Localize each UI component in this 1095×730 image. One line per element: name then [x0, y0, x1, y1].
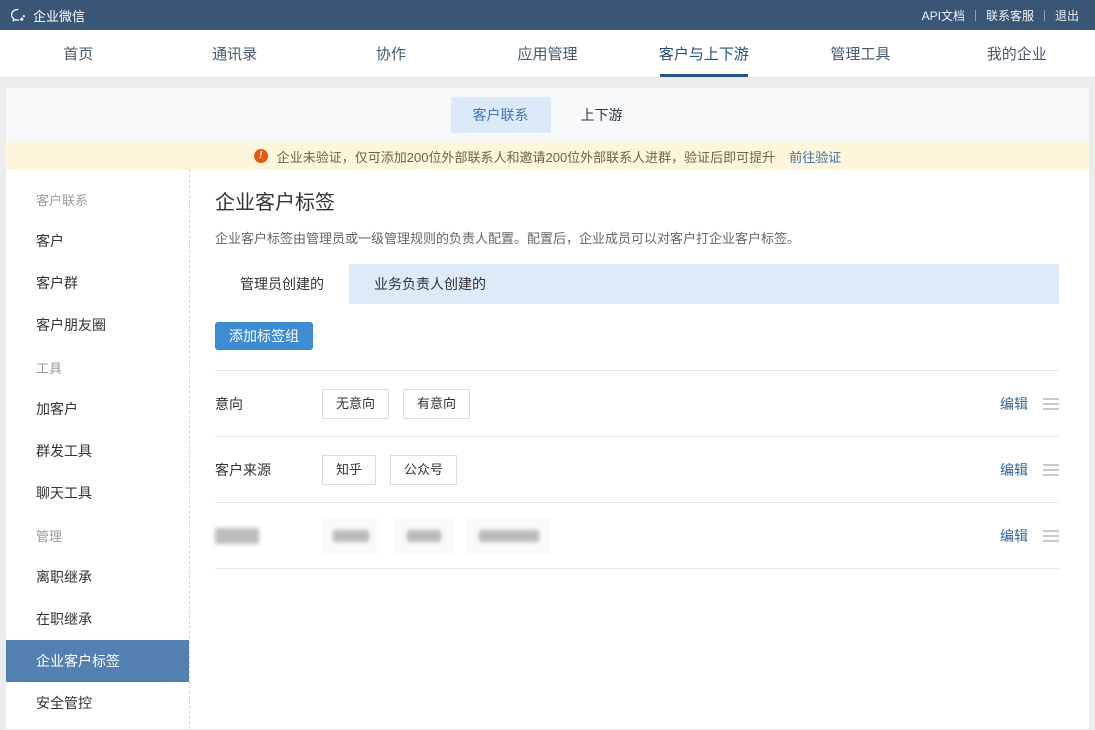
- sidebar-item-0-1[interactable]: 客户群: [6, 262, 189, 304]
- customer-tabstrip: 客户联系上下游: [6, 88, 1089, 142]
- nav-item-3[interactable]: 应用管理: [469, 30, 625, 77]
- topbar-separator: [1044, 10, 1045, 21]
- edit-link[interactable]: 编辑: [1000, 526, 1028, 546]
- topbar-link-0[interactable]: API文档: [922, 7, 965, 24]
- primary-tab-1[interactable]: 上下游: [559, 97, 645, 133]
- nav-item-1[interactable]: 通讯录: [156, 30, 312, 77]
- topbar-separator: [975, 10, 976, 21]
- creator-tab-0[interactable]: 管理员创建的: [215, 264, 349, 304]
- row-actions: 编辑: [1000, 460, 1059, 480]
- wechat-work-logo-icon: [10, 7, 27, 24]
- add-tag-group-button[interactable]: 添加标签组: [215, 322, 313, 350]
- primary-nav: 首页通讯录协作应用管理客户与上下游管理工具我的企业: [0, 30, 1095, 78]
- row-actions: 编辑: [1000, 526, 1059, 546]
- topbar-link-1[interactable]: 联系客服: [986, 7, 1034, 24]
- sidebar-section-header-0: 客户联系: [6, 178, 189, 220]
- group-name: 意向: [215, 394, 322, 414]
- tag-item-0-1[interactable]: 有意向: [403, 389, 470, 419]
- creator-tabs: 管理员创建的业务负责人创建的: [215, 264, 1059, 304]
- topbar-link-2[interactable]: 退出: [1055, 7, 1079, 24]
- sidebar-item-1-2[interactable]: 聊天工具: [6, 472, 189, 514]
- sidebar-item-1-1[interactable]: 群发工具: [6, 430, 189, 472]
- nav-item-0[interactable]: 首页: [0, 30, 156, 77]
- brand: 企业微信: [10, 6, 85, 25]
- top-app-bar: 企业微信 API文档 联系客服 退出: [0, 0, 1095, 30]
- nav-item-6[interactable]: 我的企业: [939, 30, 1095, 77]
- tag-redacted: [394, 518, 453, 554]
- drag-handle-icon[interactable]: [1043, 396, 1059, 412]
- primary-tab-0[interactable]: 客户联系: [451, 97, 551, 133]
- tag-group-list: 意向无意向有意向编辑客户来源知乎公众号编辑编辑: [215, 370, 1059, 569]
- drag-handle-icon[interactable]: [1043, 528, 1059, 544]
- redacted-blob: [479, 530, 539, 542]
- redacted-blob: [215, 528, 259, 544]
- redacted-blob: [333, 530, 369, 542]
- group-name: 客户来源: [215, 460, 322, 480]
- nav-item-5[interactable]: 管理工具: [782, 30, 938, 77]
- tag-group-row: 客户来源知乎公众号 编辑: [215, 437, 1059, 503]
- tag-item-1-0[interactable]: 知乎: [322, 455, 376, 485]
- sidebar-item-2-0[interactable]: 离职继承: [6, 556, 189, 598]
- topbar-links: API文档 联系客服 退出: [922, 7, 1079, 24]
- sidebar-item-2-3[interactable]: 安全管控: [6, 682, 189, 724]
- edit-link[interactable]: 编辑: [1000, 394, 1028, 414]
- creator-tab-1[interactable]: 业务负责人创建的: [349, 264, 511, 304]
- sidebar-item-0-0[interactable]: 客户: [6, 220, 189, 262]
- tag-group-row: 意向无意向有意向 编辑: [215, 371, 1059, 437]
- banner-text: 企业未验证，仅可添加200位外部联系人和邀请200位外部联系人进群，验证后即可提…: [277, 147, 775, 166]
- verify-banner: ! 企业未验证，仅可添加200位外部联系人和邀请200位外部联系人进群，验证后即…: [6, 142, 1089, 170]
- row-actions: 编辑: [1000, 394, 1059, 414]
- main-panel: 企业客户标签 企业客户标签由管理员或一级管理规则的负责人配置。配置后，企业成员可…: [190, 170, 1089, 729]
- content-area: 客户联系客户客户群客户朋友圈工具加客户群发工具聊天工具管理离职继承在职继承企业客…: [6, 170, 1089, 729]
- edit-link[interactable]: 编辑: [1000, 460, 1028, 480]
- nav-item-2[interactable]: 协作: [313, 30, 469, 77]
- group-name-redacted: [215, 528, 322, 544]
- tag-group-row: 编辑: [215, 503, 1059, 569]
- sidebar-item-0-2[interactable]: 客户朋友圈: [6, 304, 189, 346]
- redacted-blob: [407, 530, 441, 542]
- tag-redacted: [467, 518, 551, 554]
- sidebar-item-2-1[interactable]: 在职继承: [6, 598, 189, 640]
- sidebar-section-header-1: 工具: [6, 346, 189, 388]
- sidebar-item-2-2[interactable]: 企业客户标签: [6, 640, 189, 682]
- go-verify-link[interactable]: 前往验证: [789, 147, 841, 166]
- drag-handle-icon[interactable]: [1043, 462, 1059, 478]
- page-description: 企业客户标签由管理员或一级管理规则的负责人配置。配置后，企业成员可以对客户打企业…: [215, 228, 1059, 247]
- tag-item-0-0[interactable]: 无意向: [322, 389, 389, 419]
- page-title: 企业客户标签: [215, 186, 1059, 215]
- nav-item-4[interactable]: 客户与上下游: [626, 30, 782, 77]
- sidebar-item-1-0[interactable]: 加客户: [6, 388, 189, 430]
- tag-redacted: [322, 518, 380, 554]
- content-shell: 客户联系上下游 ! 企业未验证，仅可添加200位外部联系人和邀请200位外部联系…: [6, 88, 1089, 729]
- brand-name: 企业微信: [33, 6, 85, 25]
- page-gap: [0, 78, 1095, 88]
- warning-icon: !: [254, 149, 268, 163]
- sidebar-section-header-2: 管理: [6, 514, 189, 556]
- sidebar: 客户联系客户客户群客户朋友圈工具加客户群发工具聊天工具管理离职继承在职继承企业客…: [6, 170, 190, 729]
- tag-item-1-1[interactable]: 公众号: [390, 455, 457, 485]
